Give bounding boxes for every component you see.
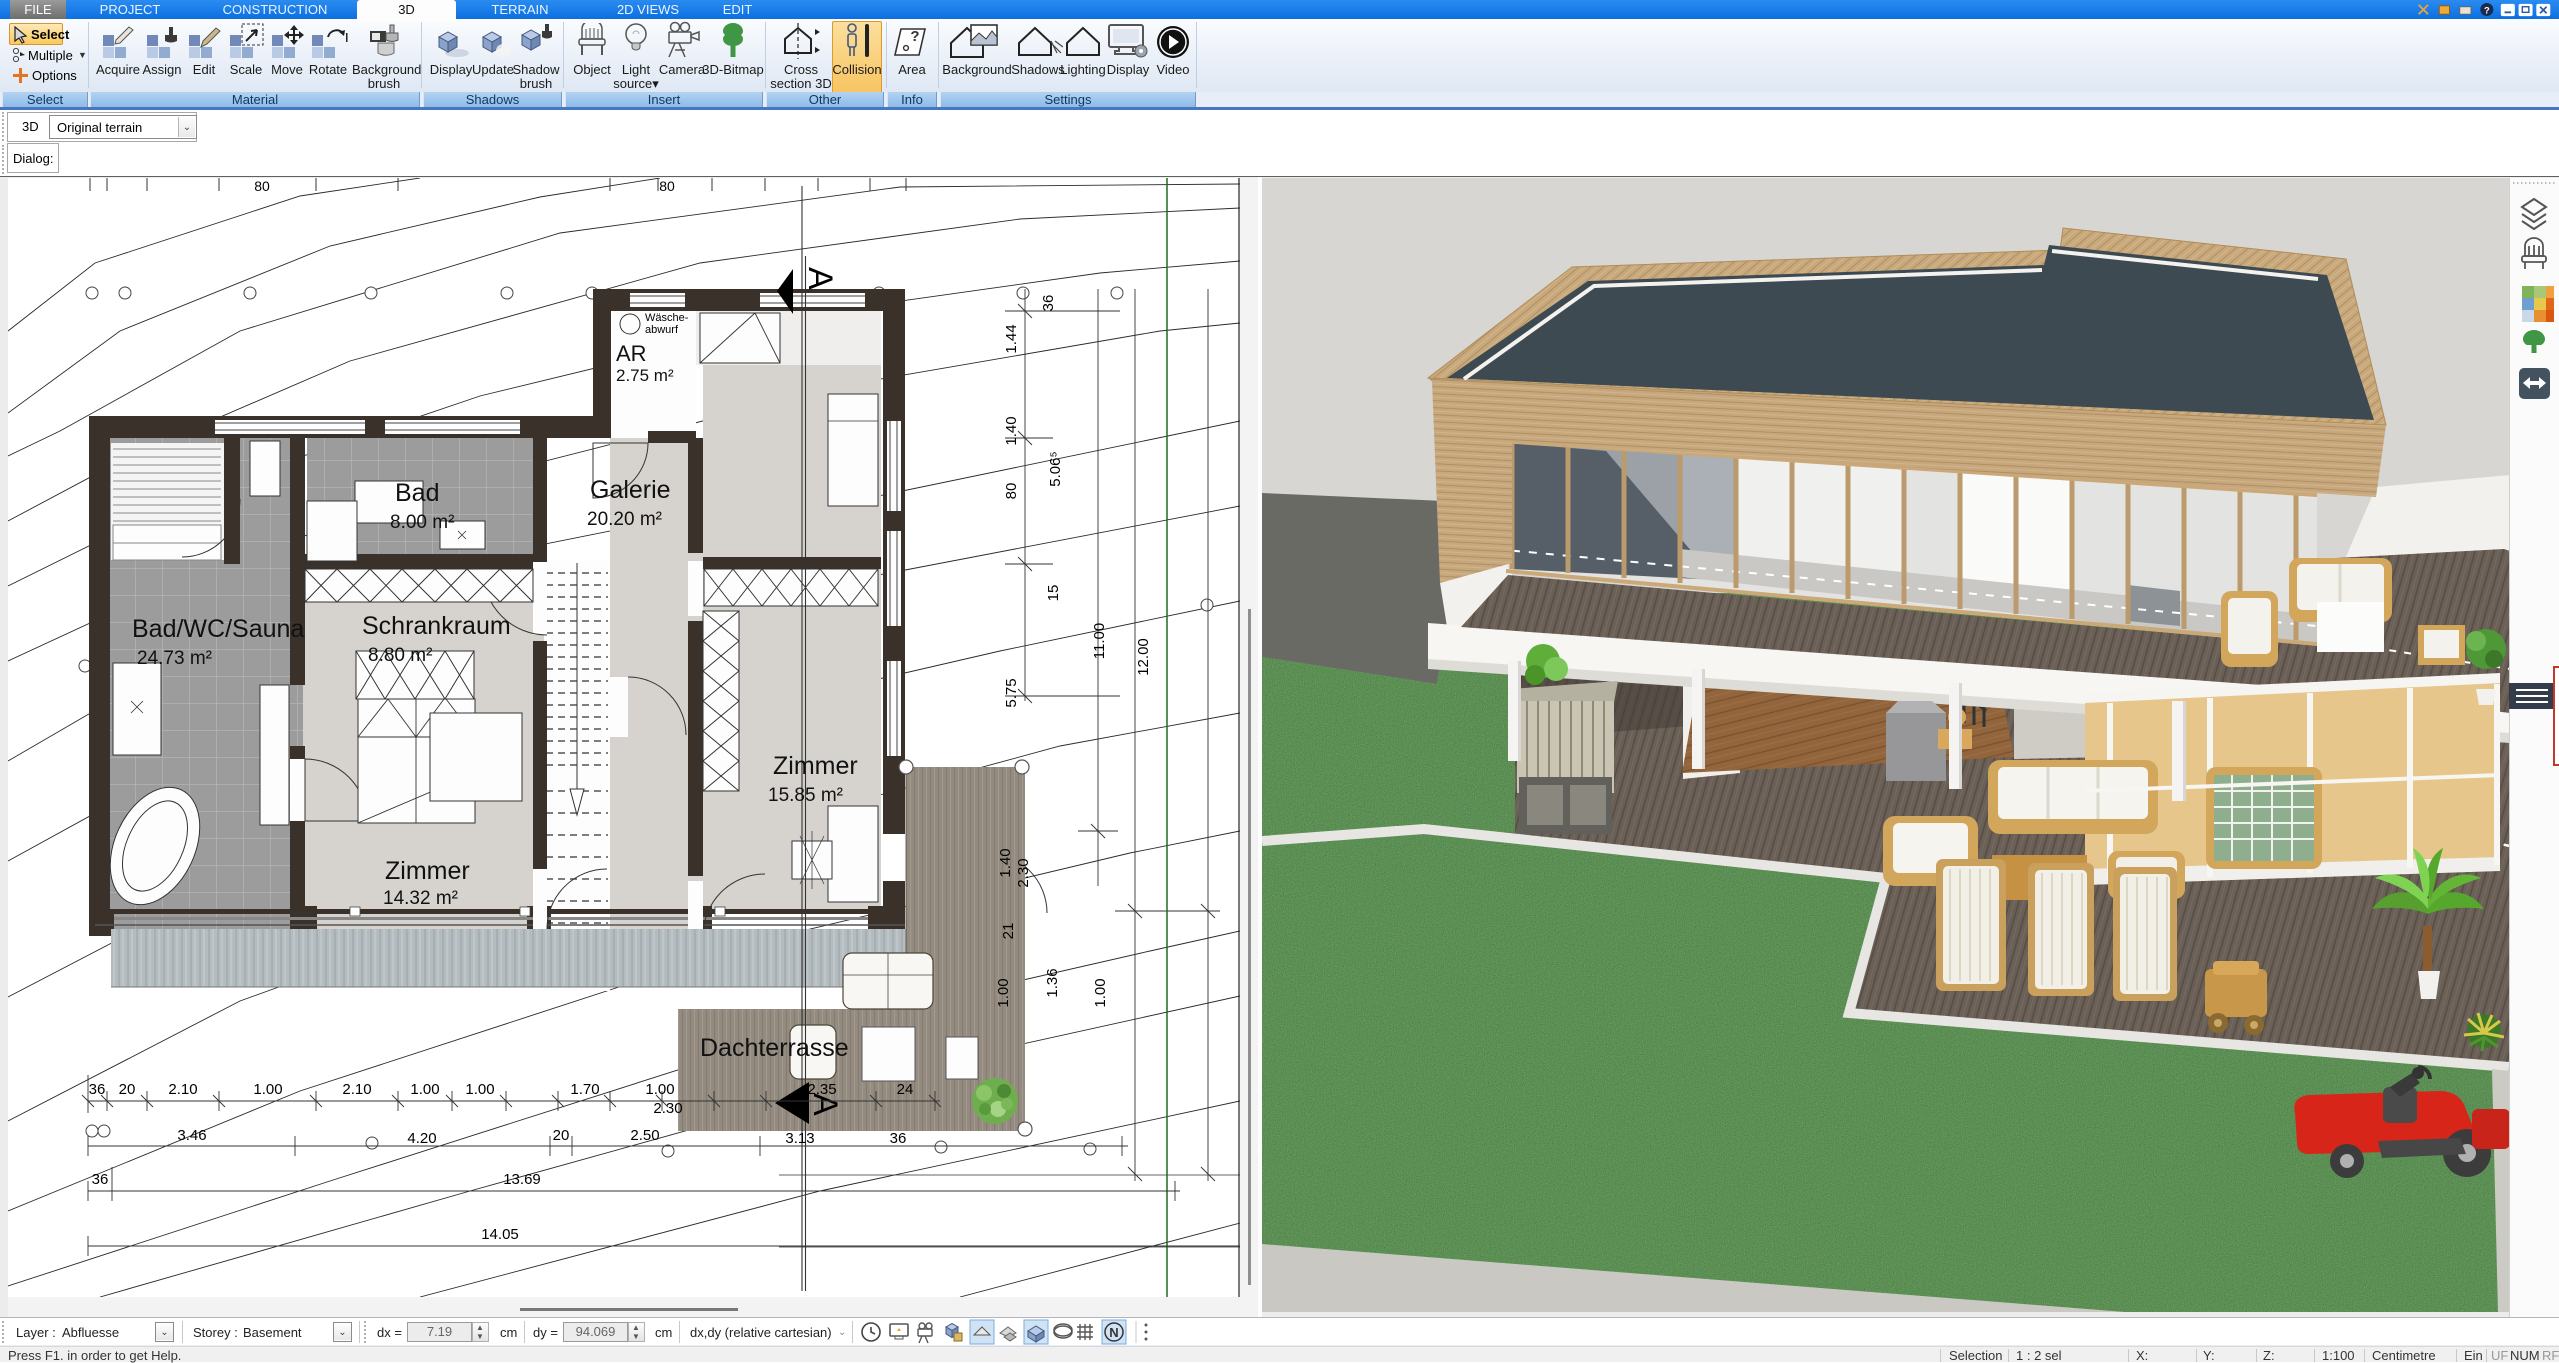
svg-text:2.35: 2.35 bbox=[807, 1081, 836, 1098]
svg-text:21: 21 bbox=[1000, 923, 1017, 940]
svg-text:1.44: 1.44 bbox=[1003, 324, 1020, 353]
svg-text:1.00: 1.00 bbox=[253, 1081, 282, 1098]
svg-text:2.30: 2.30 bbox=[1015, 858, 1032, 887]
svg-text:5.06⁵: 5.06⁵ bbox=[1047, 451, 1064, 486]
svg-text:abwurf: abwurf bbox=[645, 324, 679, 336]
svg-text:Dachterrasse: Dachterrasse bbox=[700, 1034, 849, 1062]
svg-text:2.10: 2.10 bbox=[342, 1081, 371, 1098]
svg-text:80: 80 bbox=[254, 178, 270, 194]
svg-text:Bad/WC/Sauna: Bad/WC/Sauna bbox=[132, 615, 304, 643]
svg-text:1.36: 1.36 bbox=[1044, 968, 1061, 997]
svg-text:AR: AR bbox=[616, 341, 647, 366]
svg-text:20.20 m²: 20.20 m² bbox=[587, 509, 662, 530]
svg-text:Zimmer: Zimmer bbox=[773, 752, 858, 780]
svg-text:8.80 m²: 8.80 m² bbox=[368, 645, 432, 666]
svg-text:11.00: 11.00 bbox=[1091, 623, 1108, 659]
svg-text:36: 36 bbox=[1040, 295, 1057, 312]
svg-text:1.00: 1.00 bbox=[645, 1081, 674, 1098]
svg-text:Wäsche-: Wäsche- bbox=[645, 312, 689, 324]
svg-text:2.30: 2.30 bbox=[653, 1100, 682, 1117]
svg-text:1.40: 1.40 bbox=[997, 848, 1014, 877]
svg-text:20: 20 bbox=[119, 1081, 136, 1098]
svg-text:3.13: 3.13 bbox=[785, 1130, 814, 1147]
svg-text:Zimmer: Zimmer bbox=[385, 857, 470, 885]
svg-text:1.40: 1.40 bbox=[1003, 416, 1020, 445]
svg-text:1.00: 1.00 bbox=[995, 978, 1012, 1007]
svg-text:36: 36 bbox=[92, 1171, 109, 1188]
svg-text:N: N bbox=[1109, 1325, 1118, 1340]
svg-text:24: 24 bbox=[897, 1081, 914, 1098]
svg-text:24.73 m²: 24.73 m² bbox=[137, 648, 212, 669]
svg-text:Galerie: Galerie bbox=[590, 476, 671, 504]
svg-text:Bad: Bad bbox=[395, 479, 439, 507]
svg-text:80: 80 bbox=[659, 178, 675, 194]
svg-text:1.00: 1.00 bbox=[1092, 978, 1109, 1007]
svg-text:14.05: 14.05 bbox=[481, 1226, 519, 1243]
svg-text:36: 36 bbox=[89, 1081, 106, 1098]
svg-text:A: A bbox=[801, 267, 839, 290]
svg-text:1.00: 1.00 bbox=[410, 1081, 439, 1098]
svg-text:4.20: 4.20 bbox=[407, 1130, 436, 1147]
svg-text:?: ? bbox=[910, 28, 919, 45]
svg-text:36: 36 bbox=[890, 1130, 907, 1147]
svg-text:15.85 m²: 15.85 m² bbox=[768, 785, 843, 806]
svg-text:1.00: 1.00 bbox=[465, 1081, 494, 1098]
svg-text:2.75 m²: 2.75 m² bbox=[616, 366, 674, 385]
svg-text:3.46: 3.46 bbox=[177, 1127, 206, 1144]
svg-text:12.00: 12.00 bbox=[1135, 638, 1152, 676]
svg-text:13.69: 13.69 bbox=[503, 1171, 541, 1188]
svg-text:2.50: 2.50 bbox=[630, 1127, 659, 1144]
svg-text:8.00 m²: 8.00 m² bbox=[390, 512, 454, 533]
svg-text:Schrankraum: Schrankraum bbox=[362, 612, 511, 640]
svg-text:20: 20 bbox=[553, 1127, 570, 1144]
svg-text:?: ? bbox=[2484, 5, 2490, 15]
svg-text:14.32 m²: 14.32 m² bbox=[383, 888, 458, 909]
svg-text:80: 80 bbox=[1003, 483, 1020, 500]
svg-text:1.70: 1.70 bbox=[570, 1081, 599, 1098]
svg-text:2.10: 2.10 bbox=[168, 1081, 197, 1098]
svg-text:5.75: 5.75 bbox=[1003, 678, 1020, 707]
svg-text:15: 15 bbox=[1045, 585, 1062, 602]
